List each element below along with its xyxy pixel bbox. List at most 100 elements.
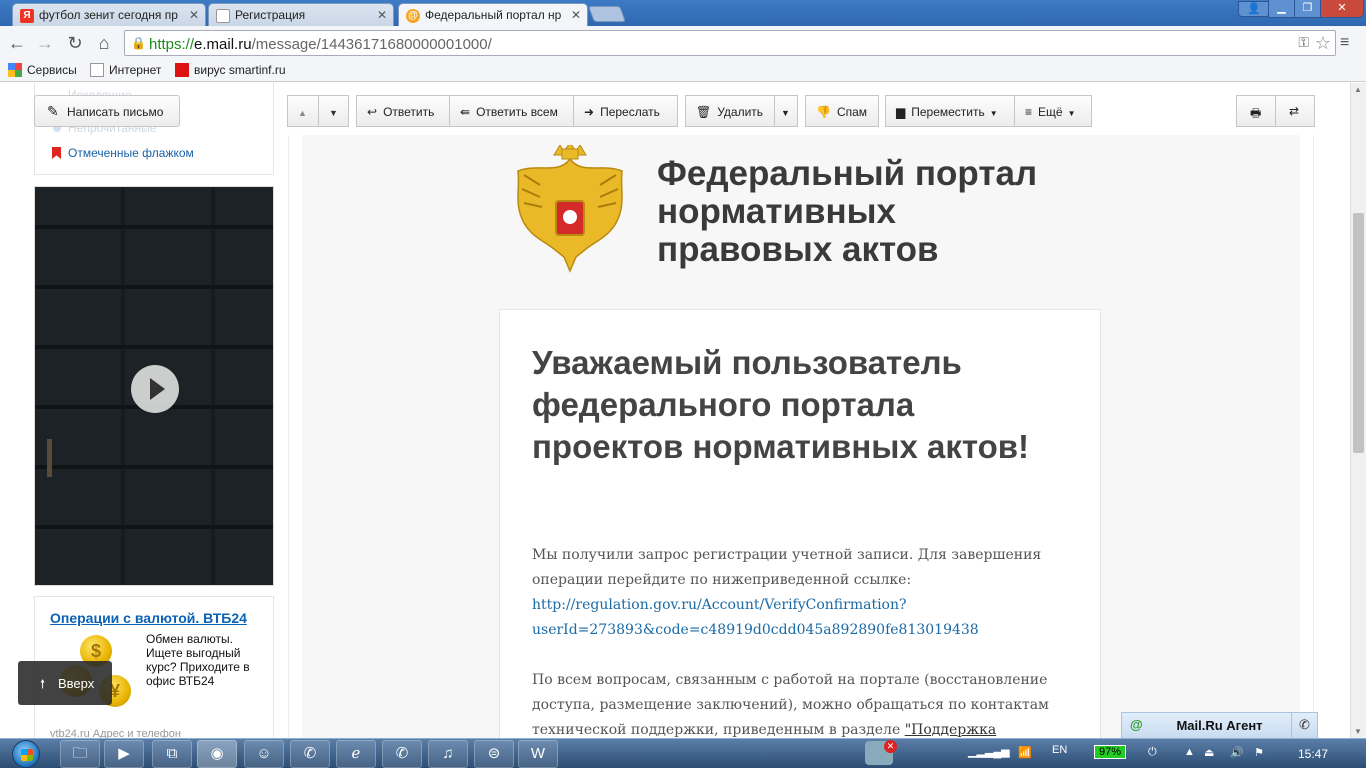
viber-icon[interactable]: ✆ bbox=[290, 740, 330, 768]
print-button[interactable]: 🖶 bbox=[1236, 95, 1276, 127]
page-scrollbar[interactable]: ▲ ▼ bbox=[1350, 83, 1366, 738]
app-icon[interactable]: ⊜ bbox=[474, 740, 514, 768]
bookmark-label: Сервисы bbox=[27, 63, 77, 77]
flag-icon[interactable]: ⚑ bbox=[1254, 746, 1264, 759]
show-hidden-icons[interactable]: ▲ bbox=[1184, 746, 1195, 758]
power-plug-icon[interactable]: ⏻ bbox=[1148, 746, 1157, 759]
chevron-down-icon: ▼ bbox=[1067, 109, 1076, 118]
paragraph-text: Мы получили запрос регистрации учетной з… bbox=[532, 547, 1042, 588]
reply-icon: ↩ bbox=[367, 105, 378, 119]
start-button[interactable] bbox=[6, 739, 50, 768]
usb-icon[interactable]: ⏏ bbox=[1204, 746, 1214, 759]
explorer-icon[interactable]: 🗀 bbox=[60, 740, 100, 768]
play-icon[interactable] bbox=[131, 365, 179, 413]
list-icon: ≡ bbox=[1025, 105, 1033, 119]
home-icon[interactable]: ⌂ bbox=[93, 33, 115, 54]
reply-button[interactable]: ↩ Ответить bbox=[356, 95, 450, 127]
close-window-button[interactable]: ✕ bbox=[1320, 0, 1364, 18]
delete-button[interactable]: 🗑 Удалить bbox=[685, 95, 775, 127]
bookmark-virus[interactable]: вирус smartinf.ru bbox=[175, 63, 286, 77]
word-icon[interactable]: W bbox=[518, 740, 558, 768]
user-profile-button[interactable]: 👤 bbox=[1238, 1, 1270, 17]
volume-icon[interactable]: 🔊 bbox=[1230, 746, 1244, 759]
address-bar[interactable]: 🔒 https://e.mail.ru/message/144361716800… bbox=[124, 30, 1336, 56]
scroll-down-icon[interactable]: ▼ bbox=[1354, 727, 1362, 736]
spam-label: Спам bbox=[836, 105, 868, 119]
forward-icon: ➜ bbox=[584, 105, 595, 119]
browser-tab-bar: Я футбол зенит сегодня пр ✕ Регистрация … bbox=[0, 0, 1366, 27]
new-tab-button[interactable] bbox=[588, 6, 626, 22]
portal-title-line-2: нормативных bbox=[657, 192, 897, 231]
scroll-top-button[interactable]: 🠕 Вверх bbox=[18, 661, 112, 705]
chevron-down-icon: ▼ bbox=[781, 108, 790, 118]
forward-arrow-icon[interactable]: → bbox=[34, 33, 56, 54]
delete-dropdown[interactable]: ▼ bbox=[774, 95, 798, 127]
wireless-icon[interactable]: 📶 bbox=[1018, 746, 1032, 759]
prev-message-button[interactable]: ▲ bbox=[287, 95, 319, 127]
triangle-down-icon: ▼ bbox=[329, 108, 338, 118]
battery-indicator[interactable]: 97% bbox=[1094, 745, 1127, 759]
signal-strength-icon[interactable]: ▁▂▃▄▅ bbox=[968, 745, 1010, 758]
browser-toolbar: ← → ↻ ⌂ 🔒 https://e.mail.ru/message/1443… bbox=[0, 26, 1366, 60]
scroll-thumb[interactable] bbox=[1353, 213, 1364, 453]
menu-icon[interactable]: ≡ bbox=[1340, 34, 1349, 52]
bookmark-services[interactable]: Сервисы bbox=[8, 63, 77, 77]
forward-button[interactable]: ➜ Переслать bbox=[573, 95, 678, 127]
ad-title-link[interactable]: Операции с валютой. ВТБ24 bbox=[50, 610, 247, 626]
key-icon[interactable]: ⚿ bbox=[1298, 34, 1309, 51]
bookmarks-bar: Сервисы Интернет вирус smartinf.ru bbox=[0, 60, 1366, 82]
mailru-agent-bar[interactable]: @ Mail.Ru Агент ✆ bbox=[1121, 712, 1318, 738]
tab-registration[interactable]: Регистрация ✕ bbox=[208, 3, 394, 26]
network-app-icon[interactable]: ⧉ bbox=[152, 740, 192, 768]
kaspersky-icon bbox=[175, 63, 189, 77]
verify-link[interactable]: http://regulation.gov.ru/Account/VerifyC… bbox=[532, 597, 979, 638]
minimize-button[interactable]: ▁ bbox=[1268, 0, 1295, 18]
phone-icon[interactable]: ✆ bbox=[1291, 713, 1317, 738]
back-arrow-icon[interactable]: ← bbox=[6, 33, 28, 54]
next-message-button[interactable]: ▼ bbox=[318, 95, 349, 127]
spam-button[interactable]: 👎 Спам bbox=[805, 95, 879, 127]
video-ad[interactable] bbox=[34, 186, 274, 586]
ad-text: Обмен валюты. Ищете выгодный курс? Прихо… bbox=[146, 632, 250, 688]
folder-icon: ▆ bbox=[896, 105, 906, 119]
thumbs-down-icon: 👎 bbox=[816, 105, 831, 119]
folder-flagged[interactable]: Отмеченные флажком bbox=[52, 146, 194, 160]
forward-label: Переслать bbox=[600, 105, 660, 119]
ad-footer[interactable]: vtb24.ru Адрес и телефон bbox=[50, 728, 181, 738]
user-icon: 👤 bbox=[1247, 3, 1261, 15]
itunes-icon[interactable]: ♫ bbox=[428, 740, 468, 768]
bookmark-internet[interactable]: Интернет bbox=[90, 63, 161, 77]
language-indicator[interactable]: EN bbox=[1052, 744, 1067, 756]
scroll-up-icon[interactable]: ▲ bbox=[1354, 85, 1362, 94]
portal-title-line-3: правовых актов bbox=[657, 230, 939, 269]
compose-label: Написать письмо bbox=[67, 105, 164, 119]
pencil-icon: ✎ bbox=[47, 103, 59, 119]
support-link[interactable]: "Поддержка bbox=[905, 722, 997, 738]
close-tab-icon[interactable]: ✕ bbox=[571, 8, 581, 22]
maximize-button[interactable]: ❐ bbox=[1294, 0, 1321, 18]
internet-explorer-icon[interactable]: ℯ bbox=[336, 740, 376, 768]
bookmark-star-icon[interactable]: ☆ bbox=[1315, 33, 1331, 54]
chrome-icon[interactable]: ◉ bbox=[197, 740, 237, 768]
page-icon bbox=[90, 63, 104, 77]
close-tab-icon[interactable]: ✕ bbox=[377, 8, 387, 22]
translate-button[interactable]: ⇄ bbox=[1275, 95, 1315, 127]
url-host: e.mail.ru bbox=[194, 36, 252, 53]
close-tab-icon[interactable]: ✕ bbox=[189, 8, 199, 22]
mail-agent-icon[interactable]: ☺ bbox=[244, 740, 284, 768]
move-button[interactable]: ▆ Переместить ▼ bbox=[885, 95, 1015, 127]
reply-all-button[interactable]: ⇚ Ответить всем bbox=[449, 95, 574, 127]
compose-button[interactable]: ✎ Написать письмо bbox=[34, 95, 180, 127]
message-paragraph-2: По всем вопросам, связанным с работой на… bbox=[532, 668, 1052, 738]
clock[interactable]: 15:47 bbox=[1298, 747, 1328, 761]
media-player-icon[interactable]: ▶ bbox=[104, 740, 144, 768]
more-button[interactable]: ≡ Ещё ▼ bbox=[1014, 95, 1092, 127]
video-frame-detail bbox=[47, 439, 52, 477]
viber-app-icon[interactable]: ✆ bbox=[382, 740, 422, 768]
tab-yandex-search[interactable]: Я футбол зенит сегодня пр ✕ bbox=[12, 3, 206, 26]
portal-title-line-1: Федеральный портал bbox=[657, 154, 1038, 193]
arrow-up-icon: 🠕 bbox=[40, 677, 46, 691]
tab-federal-portal[interactable]: @ Федеральный портал нр ✕ bbox=[398, 3, 588, 27]
folder-flagged-label: Отмеченные флажком bbox=[68, 146, 194, 160]
reload-icon[interactable]: ↻ bbox=[64, 33, 86, 54]
